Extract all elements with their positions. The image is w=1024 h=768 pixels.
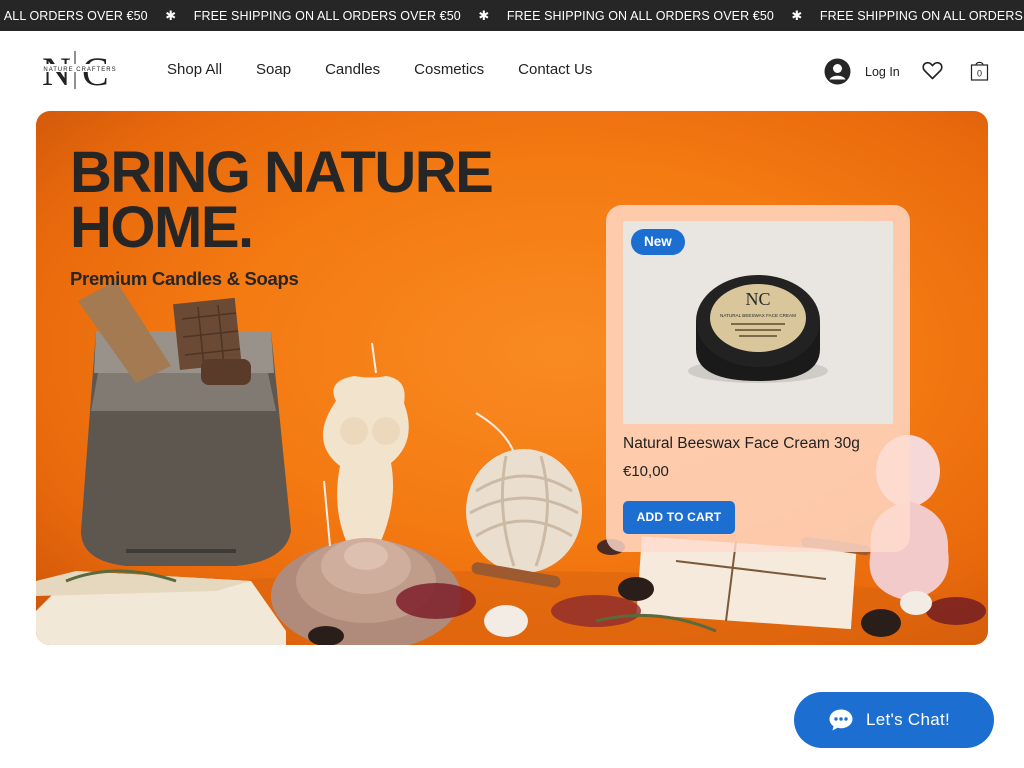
heart-icon[interactable] (922, 61, 943, 80)
product-price: €10,00 (623, 463, 669, 480)
chat-label: Let's Chat! (866, 710, 951, 729)
asterisk-icon: ✱ (791, 7, 803, 23)
announcement-text: FREE SHIPPING ON ALL ORDERS OVER (819, 8, 1024, 23)
hero-title-line-2: HOME. (70, 195, 254, 260)
asterisk-icon: ✱ (478, 7, 490, 23)
announcement-text: FREE SHIPPING ON ALL ORDERS OVER €50 (193, 8, 461, 23)
announcement-track: ON ALL ORDERS OVER €50 ✱ FREE SHIPPING O… (0, 0, 1024, 31)
site-header: N C NATURE CRAFTERS Shop All Soap Candle… (0, 31, 1024, 111)
glass-candle (78, 281, 291, 566)
announcement-bar: ON ALL ORDERS OVER €50 ✱ FREE SHIPPING O… (0, 0, 1024, 31)
nav-soap[interactable]: Soap (256, 61, 291, 78)
new-badge: New (631, 229, 685, 255)
torso-candle (322, 342, 409, 541)
product-card[interactable]: NC NATURAL BEESWAX FACE CREAM New Natura… (606, 205, 910, 552)
brand-logo[interactable]: N C NATURE CRAFTERS (38, 47, 122, 93)
add-to-cart-button[interactable]: ADD TO CART (623, 501, 735, 534)
nav-shop-all[interactable]: Shop All (167, 61, 222, 78)
product-name[interactable]: Natural Beeswax Face Cream 30g (623, 435, 860, 453)
jar-logo-letters: NC (745, 289, 770, 309)
login-button[interactable]: Log In (824, 58, 900, 85)
knot-candle (466, 412, 582, 573)
cart-count: 0 (977, 69, 982, 79)
hero-subtitle: Premium Candles & Soaps (70, 268, 299, 289)
announcement-text: ON ALL ORDERS OVER €50 (0, 8, 148, 23)
jar-label-text: NATURAL BEESWAX FACE CREAM (720, 313, 796, 318)
shopping-bag-icon[interactable]: 0 (970, 59, 989, 81)
main-nav: Shop All Soap Candles Cosmetics Contact … (167, 61, 626, 78)
announcement-text: FREE SHIPPING ON ALL ORDERS OVER €50 (506, 8, 774, 23)
hero-banner: BRING NATURE HOME. Premium Candles & Soa… (36, 111, 988, 645)
login-label: Log In (865, 64, 900, 79)
user-avatar-icon (824, 58, 851, 85)
chat-bubble-icon (829, 709, 853, 731)
chat-button[interactable]: Let's Chat! (794, 692, 994, 748)
nav-cosmetics[interactable]: Cosmetics (414, 61, 484, 78)
svg-text:NATURE CRAFTERS: NATURE CRAFTERS (43, 67, 116, 73)
hero-title: BRING NATURE HOME. (70, 144, 494, 260)
nav-candles[interactable]: Candles (325, 61, 380, 78)
nav-contact-us[interactable]: Contact Us (518, 61, 592, 78)
asterisk-icon: ✱ (165, 7, 177, 23)
